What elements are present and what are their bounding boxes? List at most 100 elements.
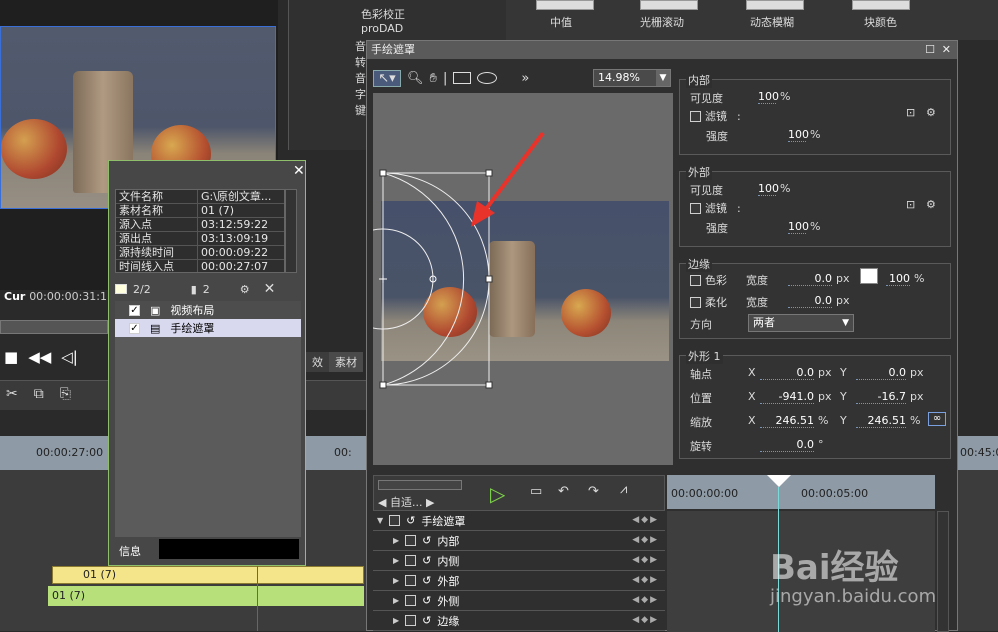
effect-thumb[interactable]: [852, 0, 910, 10]
keyframe-nav-icon[interactable]: ◀◆▶: [632, 535, 659, 545]
playhead-marker[interactable]: [767, 475, 791, 487]
rect-tool-icon[interactable]: [453, 72, 472, 84]
rotation-input[interactable]: 0.0: [760, 438, 814, 452]
tree-item[interactable]: 字: [355, 86, 366, 102]
edge-width-input[interactable]: 0.0: [788, 272, 832, 286]
outer-strength-input[interactable]: 100: [788, 220, 809, 234]
track-checkbox[interactable]: [405, 555, 417, 566]
collapse-icon[interactable]: ▶: [393, 576, 399, 585]
pivot-y-input[interactable]: 0.0: [856, 366, 906, 380]
tab-material[interactable]: 素材: [329, 352, 363, 372]
collapse-icon[interactable]: ▶: [393, 556, 399, 565]
inner-filter-checkbox[interactable]: [690, 110, 701, 122]
add-keyframe-icon[interactable]: ▭: [530, 484, 542, 499]
pivot-x-input[interactable]: 0.0: [760, 366, 814, 380]
undo-icon[interactable]: ↶: [558, 484, 569, 499]
play-icon[interactable]: ▷: [490, 482, 505, 506]
direction-select[interactable]: 两者 ▼: [748, 314, 854, 332]
mode-select[interactable]: ◀ 自适... ▶: [378, 494, 464, 509]
effect-thumb[interactable]: [640, 0, 698, 10]
collapse-icon[interactable]: ▶: [393, 616, 399, 625]
list-item[interactable]: ✓ ▤ 手绘遮罩: [115, 319, 301, 337]
soft-width-input[interactable]: 0.0: [788, 294, 832, 308]
folder-icon[interactable]: ⊡: [906, 198, 915, 211]
track-checkbox[interactable]: [389, 515, 401, 526]
inner-visibility-input[interactable]: 100: [758, 90, 779, 104]
tree-item[interactable]: 键: [355, 102, 366, 118]
keyframe-nav-icon[interactable]: ◀◆▶: [632, 555, 659, 565]
settings-icon[interactable]: ⚙: [926, 198, 936, 211]
keyframe-slider[interactable]: [378, 480, 462, 490]
scale-x-input[interactable]: 246.51: [760, 414, 814, 428]
track-checkbox[interactable]: [405, 615, 417, 626]
cut-icon[interactable]: ✂: [6, 386, 18, 402]
layer-checkbox[interactable]: ✓: [129, 322, 140, 334]
settings-icon[interactable]: ⚙: [240, 283, 250, 296]
position-x-input[interactable]: -941.0: [760, 390, 814, 404]
settings-icon[interactable]: ⚙: [926, 106, 936, 119]
keyframe-track-row[interactable]: ▶ ↺ 内侧 ◀◆▶: [373, 551, 665, 571]
tree-item[interactable]: proDAD: [361, 22, 403, 35]
effect-thumb[interactable]: [746, 0, 804, 10]
info-scrollbar[interactable]: [285, 189, 297, 273]
timeline-clip[interactable]: 01 (7): [48, 586, 364, 606]
redo-icon[interactable]: ↷: [588, 484, 599, 499]
effect-label[interactable]: 中值: [550, 14, 572, 30]
scale-y-input[interactable]: 246.51: [856, 414, 906, 428]
mask-canvas[interactable]: [373, 93, 673, 465]
copy-icon[interactable]: ⧉: [34, 386, 44, 402]
preview-scrubber[interactable]: [0, 320, 108, 334]
effect-label[interactable]: 光栅滚动: [640, 14, 684, 30]
delete-icon[interactable]: ✕: [264, 281, 276, 297]
layer-checkbox[interactable]: ✓: [129, 304, 140, 316]
edge-color-checkbox[interactable]: [690, 274, 701, 286]
tree-item[interactable]: 色彩校正: [361, 6, 405, 22]
edge-soft-checkbox[interactable]: [690, 296, 701, 308]
rewind-icon[interactable]: ◀◀: [28, 348, 51, 366]
ellipse-tool-icon[interactable]: [477, 72, 498, 84]
keyframe-track-row[interactable]: ▼ ↺ 手绘遮罩 ◀◆▶: [373, 511, 665, 531]
track-checkbox[interactable]: [405, 595, 417, 606]
stop-icon[interactable]: ■: [4, 348, 18, 366]
keyframe-scrollbar[interactable]: [937, 511, 949, 632]
close-icon[interactable]: ✕: [293, 163, 305, 179]
tree-item[interactable]: 音: [355, 38, 366, 54]
tree-item[interactable]: 音: [355, 70, 366, 86]
collapse-icon[interactable]: ▶: [393, 536, 399, 545]
edge-opacity-input[interactable]: 100: [886, 272, 910, 286]
inner-strength-input[interactable]: 100: [788, 128, 809, 142]
collapse-icon[interactable]: ▶: [393, 596, 399, 605]
paste-icon[interactable]: ⎘: [60, 386, 71, 402]
keyframe-nav-icon[interactable]: ◀◆▶: [632, 575, 659, 585]
tree-item[interactable]: 转: [355, 54, 366, 70]
close-icon[interactable]: ✕: [942, 41, 951, 59]
hand-icon[interactable]: ✋︎: [430, 71, 437, 86]
expand-icon[interactable]: ▼: [377, 516, 383, 525]
effect-label[interactable]: 块颜色: [864, 14, 897, 30]
effect-label[interactable]: 动态模糊: [750, 14, 794, 30]
track-checkbox[interactable]: [405, 575, 417, 586]
tab-effects[interactable]: 效: [306, 352, 329, 372]
link-scale-icon[interactable]: ∞: [928, 412, 946, 426]
prev-frame-icon[interactable]: ◁|: [61, 348, 78, 366]
outer-visibility-input[interactable]: 100: [758, 182, 779, 196]
graph-icon[interactable]: ⩘: [620, 482, 627, 497]
track-checkbox[interactable]: [405, 535, 417, 546]
keyframe-track-row[interactable]: ▶ ↺ 外部 ◀◆▶: [373, 571, 665, 591]
position-y-input[interactable]: -16.7: [856, 390, 906, 404]
next-icon[interactable]: ▶: [426, 496, 434, 509]
mask-shape[interactable]: [373, 93, 673, 465]
list-item[interactable]: ✓ ▣ 视频布局: [115, 301, 301, 319]
folder-icon[interactable]: ⊡: [906, 106, 915, 119]
line-tool-icon[interactable]: |: [443, 71, 447, 86]
timeline-clip[interactable]: 01 (7): [52, 566, 364, 584]
keyframe-nav-icon[interactable]: ◀◆▶: [632, 515, 659, 525]
maximize-icon[interactable]: ☐: [925, 41, 935, 59]
keyframe-track-row[interactable]: ▶ ↺ 边缘 ◀◆▶: [373, 611, 665, 631]
outer-filter-checkbox[interactable]: [690, 202, 701, 214]
zoom-icon[interactable]: 🔍︎: [407, 71, 424, 86]
keyframe-track-row[interactable]: ▶ ↺ 外侧 ◀◆▶: [373, 591, 665, 611]
prev-icon[interactable]: ◀: [378, 496, 386, 509]
zoom-select[interactable]: 14.98% ▼: [593, 69, 671, 87]
keyframe-nav-icon[interactable]: ◀◆▶: [632, 615, 659, 625]
